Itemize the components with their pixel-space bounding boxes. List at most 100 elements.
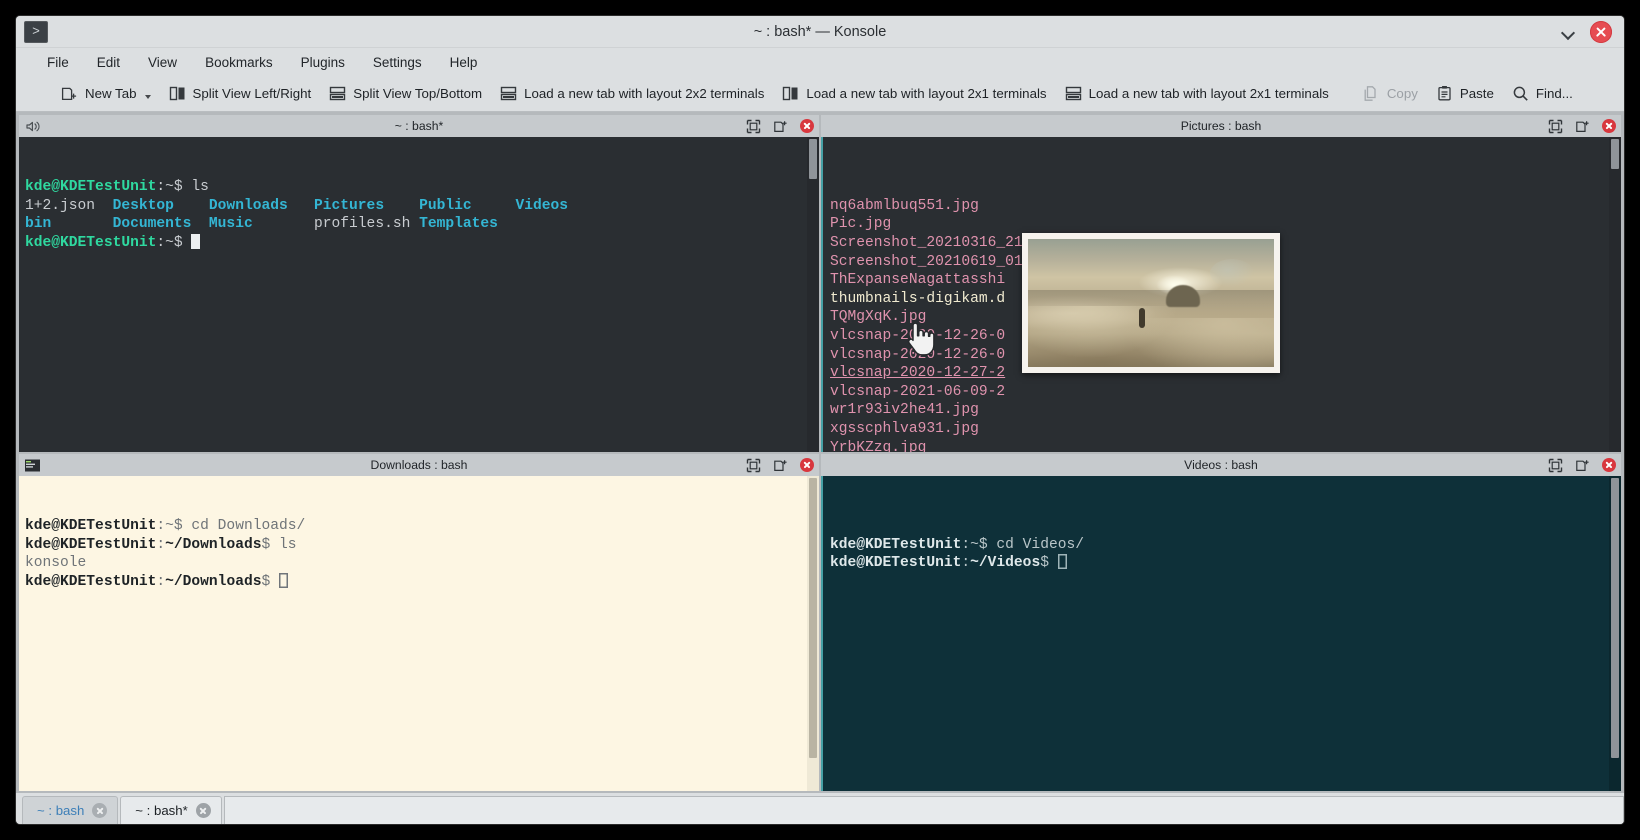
- app-icon: >: [24, 20, 48, 43]
- toolbar-button-label: Split View Top/Bottom: [353, 86, 483, 101]
- pane-close-button[interactable]: [800, 119, 814, 133]
- detach-icon[interactable]: [773, 119, 788, 134]
- chevron-down-icon[interactable]: [144, 95, 151, 99]
- terminal-text: ~/Downloads: [165, 536, 262, 553]
- menu-item-file[interactable]: File: [36, 52, 80, 73]
- pane-close-button[interactable]: [1602, 119, 1616, 133]
- menu-item-settings[interactable]: Settings: [362, 52, 433, 73]
- terminal-line: 1+2.json Desktop Downloads Pictures Publ…: [25, 197, 819, 216]
- menu-item-edit[interactable]: Edit: [86, 52, 131, 73]
- toolbar-split-view-left-right-button[interactable]: Split View Left/Right: [160, 81, 321, 106]
- toolbar-load-a-new-tab-with-layout-2x1-terminals-button[interactable]: Load a new tab with layout 2x1 terminals: [773, 81, 1055, 106]
- toolbar-button-label: Split View Left/Right: [192, 86, 312, 101]
- toolbar-load-a-new-tab-with-layout-2x1-terminals-button[interactable]: Load a new tab with layout 2x1 terminals: [1056, 81, 1338, 106]
- terminal-line: wr1r93iv2he41.jpg: [830, 401, 1621, 420]
- split-vertical-icon: [169, 85, 186, 102]
- pane-close-button[interactable]: [800, 458, 814, 472]
- preview-figure: [1138, 308, 1145, 329]
- maximize-icon[interactable]: [746, 458, 761, 473]
- window-close-button[interactable]: [1590, 20, 1612, 43]
- menu-item-plugins[interactable]: Plugins: [290, 52, 356, 73]
- terminal-home[interactable]: kde@KDETestUnit:~$ ls 1+2.json Desktop Do…: [19, 137, 819, 452]
- pane-close-button[interactable]: [1602, 458, 1616, 472]
- terminal-cursor: [279, 573, 288, 588]
- copy-icon: [1363, 85, 1380, 102]
- toolbar-split-view-top-bottom-button[interactable]: Split View Top/Bottom: [320, 81, 491, 106]
- terminal-text: profiles.sh: [314, 216, 420, 233]
- terminal-link[interactable]: vlcsnap-2020-12-27-2: [830, 365, 1005, 381]
- terminal-text: thumbnails-digikam.d: [830, 290, 1006, 307]
- terminal-text: vlcsnap-2021-06-09-2: [830, 383, 1006, 400]
- terminal-text: Desktop: [112, 197, 209, 214]
- terminal-videos[interactable]: kde@KDETestUnit:~$ cd Videos/kde@KDETest…: [821, 476, 1621, 791]
- tab-close-icon[interactable]: [195, 803, 211, 818]
- terminal-text: Downloads: [208, 197, 315, 214]
- terminal-line: YrbKZzq.jpg: [830, 439, 1621, 453]
- terminal-text: :: [961, 555, 971, 572]
- terminal-line: kde@KDETestUnit:~$ cd Downloads/: [25, 517, 819, 536]
- toolbar-paste-button[interactable]: Paste: [1427, 81, 1503, 106]
- terminal-text: konsole: [25, 555, 87, 572]
- menubar: File Edit View Bookmarks Plugins Settings Help: [16, 48, 1624, 76]
- terminal-text: ls: [191, 179, 209, 196]
- layout-2x1-vertical-icon: [782, 85, 799, 102]
- new-tab-icon: [61, 85, 78, 102]
- pane-spacer: [826, 458, 843, 473]
- terminal-text: Documents: [112, 216, 209, 233]
- pane-spacer: [826, 119, 843, 134]
- terminal-line: xgsscphlva931.jpg: [830, 420, 1621, 439]
- terminal-text: Videos: [515, 197, 568, 214]
- terminal-text: :: [156, 573, 166, 590]
- preview-dune-right: [1126, 318, 1274, 367]
- toolbar-button-label: New Tab: [85, 86, 137, 101]
- window-titlebar: > ~ : bash* — Konsole: [16, 16, 1624, 48]
- toolbar: New Tab Split View Left/Right Split View T…: [16, 76, 1624, 112]
- toolbar-button-label: Find...: [1535, 86, 1573, 101]
- terminal-line: kde@KDETestUnit:~$ ls: [25, 178, 819, 197]
- pane-header-downloads: Downloads : bash: [19, 454, 819, 476]
- tab-bash[interactable]: ~ : bash: [22, 796, 119, 824]
- terminal-text: $: [261, 573, 279, 590]
- preview-rock: [1165, 285, 1200, 308]
- tab-close-icon[interactable]: [92, 803, 108, 818]
- scrollbar-home[interactable]: [807, 137, 819, 452]
- menu-item-bookmarks[interactable]: Bookmarks: [194, 52, 284, 73]
- scrollbar-downloads[interactable]: [807, 476, 819, 791]
- chevron-down-icon[interactable]: [1560, 24, 1576, 40]
- terminal-text: Templates: [419, 216, 498, 233]
- terminal-text: ~/Videos: [970, 555, 1041, 572]
- toolbar-load-a-new-tab-with-layout-2x2-terminals-button[interactable]: Load a new tab with layout 2x2 terminals: [491, 81, 773, 106]
- terminal-text: $: [261, 536, 279, 553]
- detach-icon[interactable]: [773, 458, 788, 473]
- scrollbar-videos[interactable]: [1609, 476, 1621, 791]
- terminal-line: kde@KDETestUnit:~$: [25, 233, 819, 253]
- terminal-downloads[interactable]: kde@KDETestUnit:~$ cd Downloads/kde@KDET…: [19, 476, 819, 791]
- toolbar-new-tab-button[interactable]: New Tab: [52, 81, 160, 106]
- pane-header-videos: Videos : bash: [821, 454, 1621, 476]
- maximize-icon[interactable]: [1548, 119, 1563, 134]
- layout-2x1-horizontal-icon: [1065, 85, 1082, 102]
- detach-icon[interactable]: [1575, 458, 1590, 473]
- maximize-icon[interactable]: [1548, 458, 1563, 473]
- terminal-text: xgsscphlva931.jpg: [830, 420, 979, 437]
- maximize-icon[interactable]: [746, 119, 761, 134]
- terminal-text: :~$: [156, 234, 192, 251]
- terminal-text: YrbKZzq.jpg: [830, 439, 927, 453]
- terminal-lines-videos: kde@KDETestUnit:~$ cd Videos/kde@KDETest…: [827, 536, 1621, 573]
- pane-header-icons-pictures: [1548, 119, 1616, 134]
- terminal-text: $: [1040, 555, 1058, 572]
- pane-header-home: ~ : bash*: [19, 115, 819, 137]
- window-controls: [1560, 20, 1624, 43]
- detach-icon[interactable]: [1575, 119, 1590, 134]
- tab-bash[interactable]: ~ : bash*: [120, 796, 222, 824]
- menu-item-view[interactable]: View: [137, 52, 188, 73]
- terminal-text: kde@KDETestUnit: [25, 179, 157, 196]
- terminal-line: nq6abmlbuq551.jpg: [830, 197, 1621, 216]
- scrollbar-pictures[interactable]: [1609, 137, 1621, 452]
- tab-label: ~ : bash*: [135, 803, 188, 818]
- pane-home: ~ : bash* kde@KDETestUnit:~$ ls 1+2.json …: [18, 114, 820, 453]
- terminal-lines-home: kde@KDETestUnit:~$ ls 1+2.json Desktop Do…: [25, 178, 819, 252]
- menu-item-help[interactable]: Help: [439, 52, 489, 73]
- toolbar-find-button[interactable]: Find...: [1503, 81, 1582, 106]
- pane-header-icons-home: [746, 119, 814, 134]
